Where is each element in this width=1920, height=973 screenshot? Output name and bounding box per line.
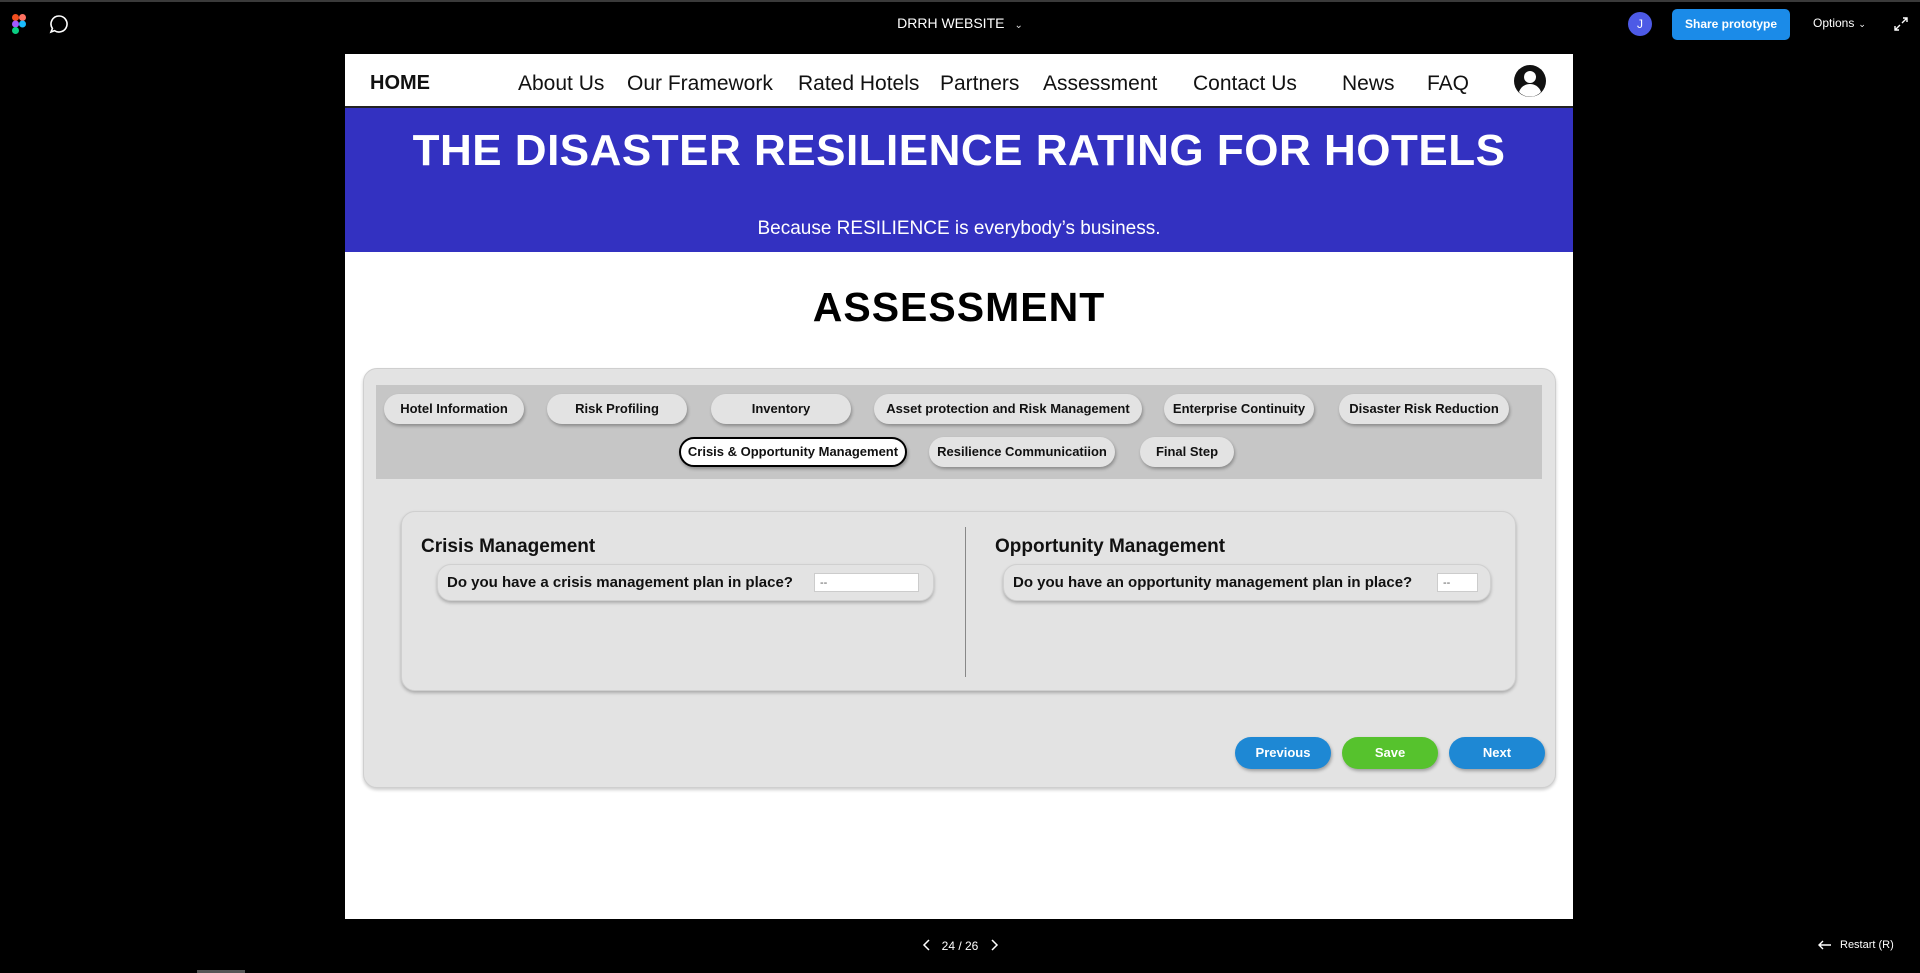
- nav-news[interactable]: News: [1342, 72, 1395, 96]
- prototype-frame: HOME About Us Our Framework Rated Hotels…: [345, 54, 1573, 919]
- tab-inventory[interactable]: Inventory: [711, 394, 851, 424]
- options-menu[interactable]: Options ⌄: [1813, 16, 1866, 30]
- crisis-question-label: Do you have a crisis management plan in …: [447, 574, 793, 591]
- page-title: ASSESSMENT: [812, 284, 1106, 330]
- figma-toolbar: DRRH WEBSITE ⌄ J Share prototype Options ⌄: [0, 0, 1920, 44]
- nav-partners[interactable]: Partners: [940, 72, 1019, 96]
- tab-enterprise-continuity[interactable]: Enterprise Continuity: [1164, 394, 1314, 424]
- chevron-down-icon: ⌄: [1014, 20, 1023, 31]
- crisis-management-title: Crisis Management: [421, 536, 596, 557]
- restart-arrow-icon: [1818, 940, 1831, 950]
- options-label: Options: [1813, 16, 1855, 30]
- crisis-question-row: Do you have a crisis management plan in …: [437, 564, 934, 601]
- next-button[interactable]: Next: [1449, 737, 1545, 769]
- chevron-right-icon[interactable]: [988, 938, 1000, 952]
- nav-contact-us[interactable]: Contact Us: [1193, 72, 1297, 96]
- main-nav: HOME About Us Our Framework Rated Hotels…: [345, 54, 1573, 108]
- restart-button[interactable]: Restart (R): [1818, 939, 1894, 951]
- nav-rated-hotels[interactable]: Rated Hotels: [798, 72, 919, 96]
- tab-hotel-information[interactable]: Hotel Information: [384, 394, 524, 424]
- tab-final-step[interactable]: Final Step: [1140, 437, 1234, 467]
- hero-title: THE DISASTER RESILIENCE RATING FOR HOTEL…: [412, 126, 1506, 175]
- tab-resilience-communication[interactable]: Resilience Communicatiion: [929, 437, 1115, 467]
- share-prototype-button[interactable]: Share prototype: [1672, 9, 1790, 40]
- opportunity-question-row: Do you have an opportunity management pl…: [1003, 564, 1491, 601]
- nav-our-framework[interactable]: Our Framework: [627, 72, 773, 96]
- restart-label: Restart (R): [1840, 939, 1894, 951]
- user-account-icon[interactable]: [1513, 64, 1547, 98]
- nav-home[interactable]: HOME: [370, 72, 430, 95]
- page-indicator: 24 / 26: [941, 939, 979, 953]
- tab-disaster-risk-reduction[interactable]: Disaster Risk Reduction: [1339, 394, 1509, 424]
- hero-banner: THE DISASTER RESILIENCE RATING FOR HOTEL…: [345, 108, 1573, 252]
- chevron-down-icon: ⌄: [1858, 19, 1866, 29]
- nav-faq[interactable]: FAQ: [1427, 72, 1469, 96]
- opportunity-question-label: Do you have an opportunity management pl…: [1013, 574, 1413, 591]
- crisis-plan-field[interactable]: [814, 573, 919, 592]
- tab-risk-profiling[interactable]: Risk Profiling: [547, 394, 687, 424]
- avatar[interactable]: J: [1628, 12, 1652, 36]
- nav-about-us[interactable]: About Us: [518, 72, 604, 96]
- hero-subtitle: Because RESILIENCE is everybody’s busine…: [757, 218, 1161, 239]
- opportunity-plan-field[interactable]: [1437, 573, 1478, 592]
- tab-crisis-opportunity-management[interactable]: Crisis & Opportunity Management: [679, 437, 907, 467]
- questions-card: Crisis Management Do you have a crisis m…: [401, 511, 1516, 691]
- section-divider: [965, 527, 966, 677]
- assessment-panel: Hotel Information Risk Profiling Invento…: [363, 368, 1556, 788]
- file-title-text: DRRH WEBSITE: [897, 15, 1005, 31]
- nav-assessment[interactable]: Assessment: [1043, 72, 1157, 96]
- previous-button[interactable]: Previous: [1235, 737, 1331, 769]
- tabs-bar: Hotel Information Risk Profiling Invento…: [376, 385, 1542, 479]
- tab-asset-protection[interactable]: Asset protection and Risk Management: [874, 394, 1142, 424]
- save-button[interactable]: Save: [1342, 737, 1438, 769]
- expand-icon[interactable]: [1893, 16, 1909, 32]
- opportunity-management-title: Opportunity Management: [995, 536, 1226, 557]
